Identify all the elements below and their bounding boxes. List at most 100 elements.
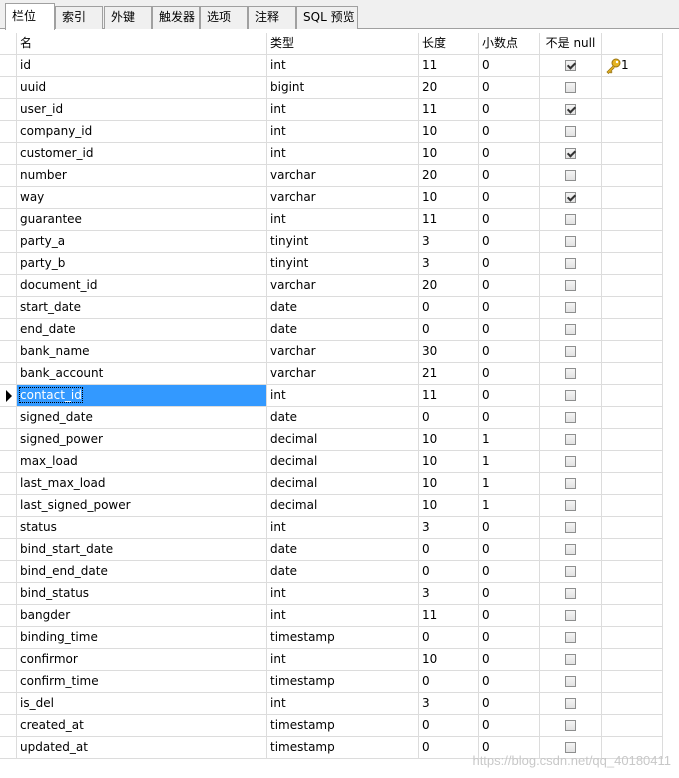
field-length-cell[interactable]: 11	[419, 605, 479, 627]
field-decimals-cell[interactable]: 0	[479, 407, 540, 429]
table-row[interactable]: bank_name varchar 30 0	[0, 341, 679, 363]
tab-comments[interactable]: 注释	[248, 6, 296, 29]
table-row[interactable]: binding_time timestamp 0 0	[0, 627, 679, 649]
table-row[interactable]: confirmor int 10 0	[0, 649, 679, 671]
row-indicator[interactable]	[0, 693, 17, 715]
table-row[interactable]: max_load decimal 10 1	[0, 451, 679, 473]
not-null-checkbox[interactable]	[565, 214, 576, 225]
field-type-cell[interactable]: varchar	[267, 341, 419, 363]
header-key[interactable]	[602, 33, 663, 55]
field-type-cell[interactable]: date	[267, 297, 419, 319]
field-type-cell[interactable]: decimal	[267, 473, 419, 495]
not-null-checkbox[interactable]	[565, 346, 576, 357]
field-decimals-cell[interactable]: 0	[479, 143, 540, 165]
tab-sql-preview[interactable]: SQL 预览	[296, 6, 358, 29]
table-row[interactable]: contact_id int 11 0	[0, 385, 679, 407]
field-length-cell[interactable]: 20	[419, 77, 479, 99]
field-name-cell[interactable]: updated_at	[17, 737, 267, 759]
table-row[interactable]: number varchar 20 0	[0, 165, 679, 187]
field-decimals-cell[interactable]: 0	[479, 77, 540, 99]
header-not-null[interactable]: 不是 null	[540, 33, 602, 55]
row-indicator[interactable]	[0, 429, 17, 451]
field-name-cell[interactable]: bank_name	[17, 341, 267, 363]
field-name-cell[interactable]: binding_time	[17, 627, 267, 649]
field-decimals-cell[interactable]: 0	[479, 231, 540, 253]
row-indicator[interactable]	[0, 407, 17, 429]
not-null-checkbox[interactable]	[565, 456, 576, 467]
field-length-cell[interactable]: 0	[419, 737, 479, 759]
field-name-cell[interactable]: signed_date	[17, 407, 267, 429]
field-length-cell[interactable]: 10	[419, 495, 479, 517]
not-null-checkbox[interactable]	[565, 236, 576, 247]
table-row[interactable]: signed_power decimal 10 1	[0, 429, 679, 451]
field-length-cell[interactable]: 10	[419, 451, 479, 473]
field-length-cell[interactable]: 21	[419, 363, 479, 385]
field-type-cell[interactable]: varchar	[267, 187, 419, 209]
field-type-cell[interactable]: timestamp	[267, 737, 419, 759]
field-length-cell[interactable]: 10	[419, 649, 479, 671]
row-indicator[interactable]	[0, 165, 17, 187]
field-length-cell[interactable]: 0	[419, 539, 479, 561]
field-length-cell[interactable]: 10	[419, 473, 479, 495]
not-null-checkbox[interactable]	[565, 148, 576, 159]
row-indicator[interactable]	[0, 209, 17, 231]
field-name-cell[interactable]: status	[17, 517, 267, 539]
table-row[interactable]: document_id varchar 20 0	[0, 275, 679, 297]
not-null-checkbox[interactable]	[565, 566, 576, 577]
field-type-cell[interactable]: int	[267, 693, 419, 715]
tab-foreign-keys[interactable]: 外键	[104, 6, 152, 29]
field-type-cell[interactable]: timestamp	[267, 627, 419, 649]
field-decimals-cell[interactable]: 0	[479, 99, 540, 121]
row-indicator[interactable]	[0, 561, 17, 583]
header-type[interactable]: 类型	[267, 33, 419, 55]
field-type-cell[interactable]: int	[267, 209, 419, 231]
field-decimals-cell[interactable]: 0	[479, 671, 540, 693]
field-name-cell[interactable]: user_id	[17, 99, 267, 121]
row-indicator[interactable]	[0, 737, 17, 759]
table-row[interactable]: user_id int 11 0	[0, 99, 679, 121]
not-null-checkbox[interactable]	[565, 522, 576, 533]
field-name-cell[interactable]: bank_account	[17, 363, 267, 385]
not-null-checkbox[interactable]	[565, 302, 576, 313]
field-decimals-cell[interactable]: 0	[479, 253, 540, 275]
table-row[interactable]: customer_id int 10 0	[0, 143, 679, 165]
not-null-checkbox[interactable]	[565, 324, 576, 335]
field-name-cell[interactable]: is_del	[17, 693, 267, 715]
row-indicator[interactable]	[0, 473, 17, 495]
row-indicator[interactable]	[0, 517, 17, 539]
table-row[interactable]: status int 3 0	[0, 517, 679, 539]
field-name-cell[interactable]: id	[17, 55, 267, 77]
field-type-cell[interactable]: int	[267, 55, 419, 77]
field-decimals-cell[interactable]: 0	[479, 319, 540, 341]
field-length-cell[interactable]: 20	[419, 165, 479, 187]
table-row[interactable]: end_date date 0 0	[0, 319, 679, 341]
not-null-checkbox[interactable]	[565, 544, 576, 555]
row-indicator[interactable]	[0, 121, 17, 143]
field-length-cell[interactable]: 0	[419, 319, 479, 341]
row-indicator[interactable]	[0, 715, 17, 737]
field-decimals-cell[interactable]: 1	[479, 473, 540, 495]
table-row[interactable]: way varchar 10 0	[0, 187, 679, 209]
field-length-cell[interactable]: 3	[419, 517, 479, 539]
not-null-checkbox[interactable]	[565, 654, 576, 665]
field-decimals-cell[interactable]: 0	[479, 341, 540, 363]
field-type-cell[interactable]: tinyint	[267, 253, 419, 275]
row-indicator[interactable]	[0, 451, 17, 473]
field-name-cell[interactable]: guarantee	[17, 209, 267, 231]
row-indicator[interactable]	[0, 495, 17, 517]
field-length-cell[interactable]: 11	[419, 99, 479, 121]
not-null-checkbox[interactable]	[565, 170, 576, 181]
table-row[interactable]: created_at timestamp 0 0	[0, 715, 679, 737]
field-length-cell[interactable]: 0	[419, 671, 479, 693]
not-null-checkbox[interactable]	[565, 676, 576, 687]
header-decimals[interactable]: 小数点	[479, 33, 540, 55]
field-name-cell[interactable]: company_id	[17, 121, 267, 143]
field-type-cell[interactable]: decimal	[267, 451, 419, 473]
table-row[interactable]: confirm_time timestamp 0 0	[0, 671, 679, 693]
row-indicator[interactable]	[0, 253, 17, 275]
row-indicator[interactable]	[0, 275, 17, 297]
field-length-cell[interactable]: 0	[419, 407, 479, 429]
not-null-checkbox[interactable]	[565, 720, 576, 731]
table-row[interactable]: id int 11 0 1	[0, 55, 679, 77]
tab-indexes[interactable]: 索引	[55, 6, 103, 29]
